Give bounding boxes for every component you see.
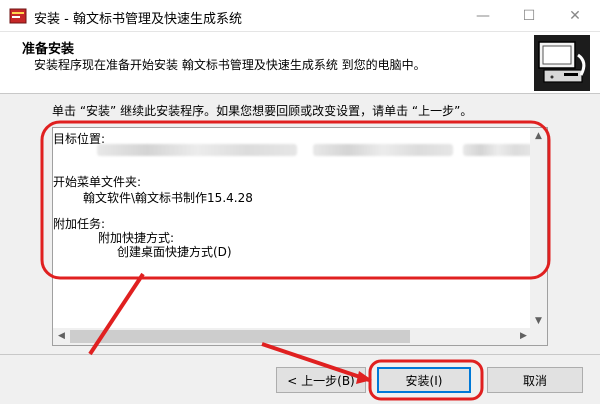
- install-button[interactable]: 安装(I): [377, 367, 471, 393]
- tasks-item: 创建桌面快捷方式(D): [117, 245, 232, 259]
- page-subtitle: 安装程序现在准备开始安装 翰文标书管理及快速生成系统 到您的电脑中。: [34, 58, 426, 72]
- back-button[interactable]: < 上一步(B): [276, 367, 366, 393]
- content-area: 单击 “安装” 继续此安装程序。如果您想要回顾或改变设置，请单击 “上一步”。 …: [0, 94, 600, 354]
- blurred-path: [313, 144, 453, 156]
- app-icon: [9, 8, 27, 24]
- instruction-text: 单击 “安装” 继续此安装程序。如果您想要回顾或改变设置，请单击 “上一步”。: [52, 104, 473, 118]
- close-button[interactable]: ✕: [552, 0, 598, 32]
- ready-memo[interactable]: 目标位置: 开始菜单文件夹: 翰文软件\翰文标书制作15.4.28 附加任务: …: [52, 127, 548, 346]
- scroll-left-icon[interactable]: ◀: [53, 328, 70, 345]
- title-bar: 安装 - 翰文标书管理及快速生成系统 — ☐ ✕: [0, 0, 600, 32]
- scroll-up-icon[interactable]: ▲: [530, 128, 547, 145]
- start-menu-label: 开始菜单文件夹:: [53, 175, 142, 189]
- maximize-icon: ☐: [522, 8, 536, 24]
- horizontal-scroll-thumb[interactable]: [70, 330, 410, 343]
- scroll-corner: [530, 328, 547, 345]
- start-menu-value: 翰文软件\翰文标书制作15.4.28: [83, 191, 253, 205]
- computer-setup-icon: [534, 35, 590, 91]
- blurred-path: [463, 144, 533, 156]
- horizontal-scrollbar[interactable]: ◀ ▶: [53, 328, 532, 345]
- vertical-scrollbar[interactable]: ▲ ▼: [530, 128, 547, 330]
- wizard-header: 准备安装 安装程序现在准备开始安装 翰文标书管理及快速生成系统 到您的电脑中。: [0, 33, 600, 94]
- page-title: 准备安装: [22, 42, 75, 57]
- window-title: 安装 - 翰文标书管理及快速生成系统: [34, 12, 242, 27]
- minimize-button[interactable]: —: [460, 0, 506, 32]
- minimize-icon: —: [476, 8, 490, 24]
- close-icon: ✕: [569, 8, 581, 24]
- maximize-button[interactable]: ☐: [506, 0, 552, 32]
- blurred-path: [97, 144, 297, 156]
- wizard-footer: < 上一步(B) 安装(I) 取消: [0, 355, 600, 404]
- cancel-button[interactable]: 取消: [487, 367, 583, 393]
